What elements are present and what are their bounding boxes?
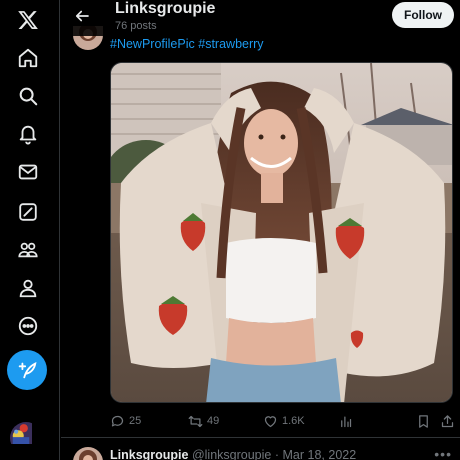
repost-icon: [188, 415, 203, 427]
next-post-avatar[interactable]: [73, 447, 103, 460]
home-icon[interactable]: [8, 38, 48, 78]
reply-count: 25: [129, 415, 142, 427]
page-title: Linksgroupie: [115, 0, 216, 17]
next-post-date[interactable]: Mar 18, 2022: [283, 448, 357, 460]
meta-separator: ·: [274, 448, 280, 460]
compose-post-icon: [18, 361, 37, 379]
more-icon[interactable]: [8, 306, 48, 346]
reply-icon: [111, 415, 124, 426]
post-photo[interactable]: [110, 62, 453, 403]
hashtag-link[interactable]: #strawberry: [198, 37, 263, 51]
next-post-author-name[interactable]: Linksgroupie: [110, 448, 188, 460]
account-avatar[interactable]: [10, 422, 42, 454]
bookmark-button[interactable]: [416, 411, 431, 431]
more-options-icon[interactable]: •••: [434, 446, 452, 460]
grok-icon[interactable]: [8, 192, 48, 232]
reply-button[interactable]: 25: [110, 411, 141, 431]
repost-count: 49: [207, 415, 220, 427]
compose-post-button[interactable]: [7, 350, 47, 390]
notifications-icon[interactable]: [8, 114, 48, 154]
views-icon: [341, 416, 352, 427]
bookmark-icon: [419, 414, 428, 428]
share-icon: [441, 414, 454, 427]
share-button[interactable]: [440, 411, 455, 431]
repost-button[interactable]: 49: [188, 411, 219, 431]
heart-icon: [264, 415, 277, 427]
hashtag-link[interactable]: #NewProfilePic: [110, 37, 195, 51]
next-post-header: Linksgroupie @linksgroupie · Mar 18, 202…: [110, 448, 356, 460]
views-button[interactable]: [338, 411, 353, 431]
post-divider: [61, 437, 460, 438]
post-actions: 25 49 1.6K: [110, 411, 455, 431]
back-button[interactable]: [71, 5, 93, 27]
back-arrow-icon: [75, 10, 89, 22]
like-count: 1.6K: [282, 415, 305, 427]
follow-button[interactable]: Follow: [392, 2, 454, 28]
profile-header: Linksgroupie 76 posts Follow: [61, 0, 460, 36]
x-logo-icon[interactable]: [8, 0, 48, 40]
post-count: 76 posts: [115, 20, 157, 32]
nav-rail: [0, 0, 60, 460]
main-timeline: #NewProfilePic #strawberry 25 49 1.6K Li…: [61, 0, 460, 460]
profile-icon[interactable]: [8, 268, 48, 308]
next-post-handle[interactable]: @linksgroupie: [192, 448, 271, 460]
search-icon[interactable]: [8, 76, 48, 116]
communities-icon[interactable]: [8, 230, 48, 270]
like-button[interactable]: 1.6K: [263, 411, 305, 431]
messages-icon[interactable]: [8, 152, 48, 192]
post-text: #NewProfilePic #strawberry: [110, 37, 264, 51]
